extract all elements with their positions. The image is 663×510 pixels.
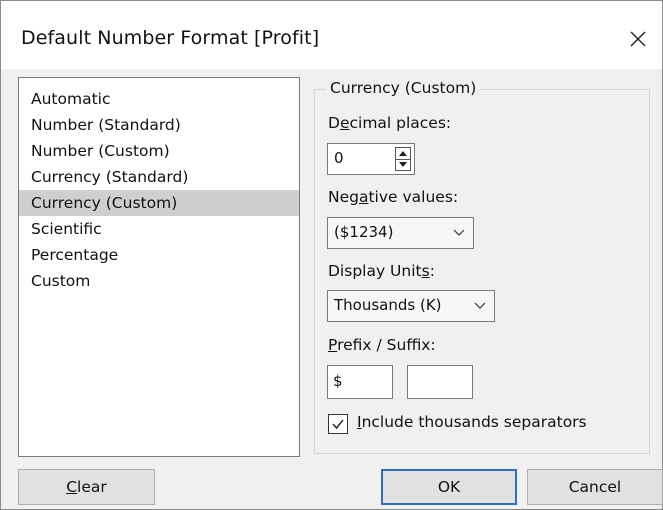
ok-button[interactable]: OK xyxy=(381,469,517,505)
negative-values-select[interactable]: ($1234) xyxy=(327,217,474,249)
format-list[interactable]: Automatic Number (Standard) Number (Cust… xyxy=(18,77,300,457)
decimal-places-stepper[interactable]: 0 xyxy=(327,143,415,175)
list-item-scientific[interactable]: Scientific xyxy=(19,216,299,242)
number-format-dialog: Default Number Format [Profit] Automatic… xyxy=(0,0,663,510)
display-units-select[interactable]: Thousands (K) xyxy=(327,290,495,322)
close-button[interactable] xyxy=(618,19,658,59)
dialog-title: Default Number Format [Profit] xyxy=(21,27,320,49)
chevron-down-icon xyxy=(474,302,486,309)
list-item-percentage[interactable]: Percentage xyxy=(19,242,299,268)
list-item-custom[interactable]: Custom xyxy=(19,268,299,294)
clear-button[interactable]: Clear xyxy=(18,469,155,505)
negative-values-value: ($1234) xyxy=(334,223,394,241)
negative-values-label: Negative values: xyxy=(328,188,459,206)
prefix-suffix-label: Prefix / Suffix: xyxy=(328,336,436,354)
suffix-input[interactable] xyxy=(407,365,473,399)
display-units-value: Thousands (K) xyxy=(334,296,442,314)
close-icon xyxy=(630,31,646,47)
arrow-up-icon xyxy=(399,150,407,156)
prefix-value[interactable]: $ xyxy=(333,372,343,390)
prefix-input[interactable]: $ xyxy=(327,365,393,399)
display-units-label: Display Units: xyxy=(328,262,435,280)
chevron-down-icon xyxy=(453,229,465,236)
list-item-automatic[interactable]: Automatic xyxy=(19,86,299,112)
stepper-down-button[interactable] xyxy=(396,158,410,171)
title-bar: Default Number Format [Profit] xyxy=(1,1,662,69)
stepper-up-button[interactable] xyxy=(396,148,410,159)
thousands-separators-checkbox[interactable] xyxy=(328,414,348,434)
checkmark-icon xyxy=(332,419,344,430)
list-item-currency-custom[interactable]: Currency (Custom) xyxy=(19,190,299,216)
decimal-places-value[interactable]: 0 xyxy=(334,149,344,167)
options-group-title: Currency (Custom) xyxy=(326,79,481,97)
list-item-number-custom[interactable]: Number (Custom) xyxy=(19,138,299,164)
arrow-down-icon xyxy=(399,162,407,168)
stepper-arrows[interactable] xyxy=(395,147,411,171)
list-item-currency-standard[interactable]: Currency (Standard) xyxy=(19,164,299,190)
thousands-separators-label[interactable]: Include thousands separators xyxy=(357,413,587,431)
decimal-places-label: Decimal places: xyxy=(328,114,452,132)
cancel-button[interactable]: Cancel xyxy=(527,469,663,505)
list-item-number-standard[interactable]: Number (Standard) xyxy=(19,112,299,138)
